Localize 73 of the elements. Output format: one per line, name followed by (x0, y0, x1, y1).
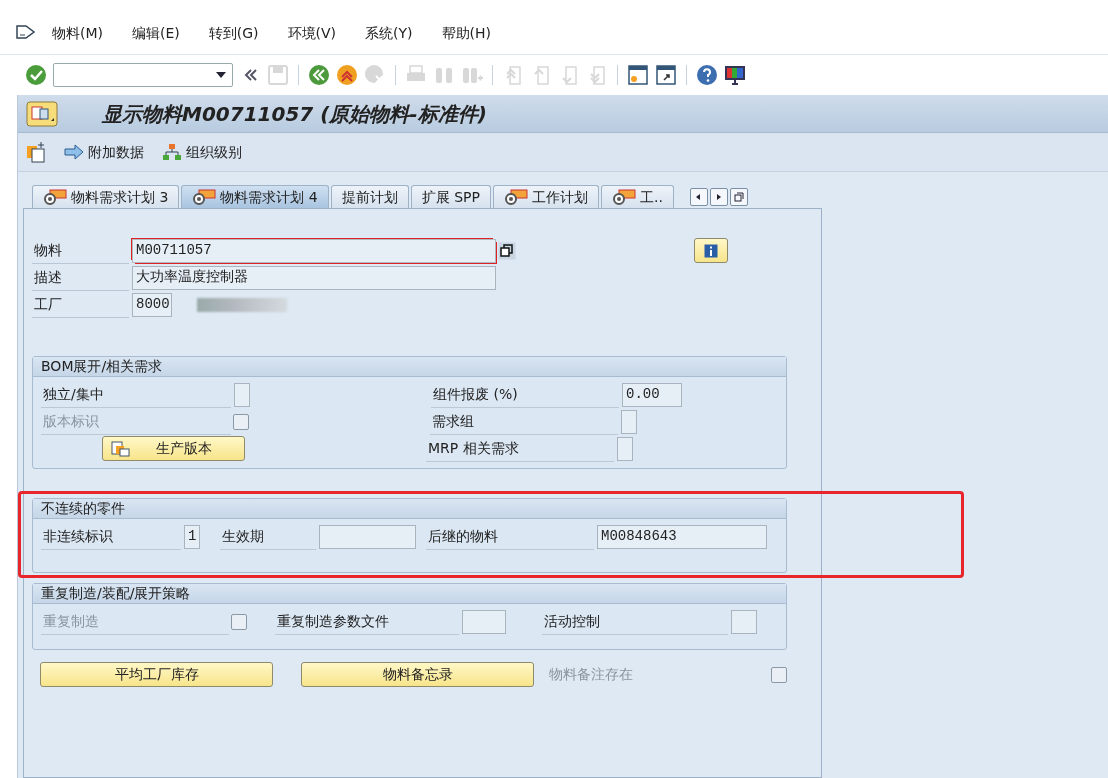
field-label: 后继的物料 (426, 523, 594, 550)
command-field[interactable] (53, 63, 233, 87)
exit-icon[interactable] (336, 64, 358, 86)
hierarchy-icon (162, 143, 182, 161)
input-field[interactable] (617, 436, 633, 461)
flag-icon (503, 189, 528, 205)
input-field[interactable] (319, 524, 416, 549)
tab[interactable]: 工作计划 (492, 185, 599, 208)
toolbar-button[interactable]: 组织级别 (162, 141, 242, 163)
field-label: 重复制造参数文件 (275, 608, 459, 635)
field-label: 活动控制 (542, 608, 728, 635)
flag-icon (192, 189, 217, 205)
copies-icon (111, 440, 131, 457)
group-title: BOM展开/相关需求 (33, 357, 786, 377)
flag-icon (611, 189, 636, 205)
field-label: 工厂 (32, 291, 129, 318)
field-label: 物料备注存在 (548, 665, 634, 684)
field-label: 独立/集中 (41, 381, 231, 408)
menu-item[interactable]: 物料(M) (52, 22, 103, 44)
input-field[interactable] (621, 409, 637, 434)
info-button[interactable] (694, 238, 728, 263)
info-icon (704, 243, 718, 258)
action-button[interactable]: 平均工厂库存 (40, 662, 273, 687)
input-field[interactable]: 0.00 (622, 382, 682, 407)
menu-item[interactable]: 环境(V) (287, 22, 337, 44)
tab[interactable]: 物料需求计划 4 (181, 185, 329, 208)
tab[interactable]: 提前计划 (330, 185, 409, 208)
monitor-icon[interactable] (724, 64, 746, 86)
tab[interactable]: 工.. (600, 185, 674, 208)
action-button[interactable]: 生产版本 (102, 436, 245, 461)
tab[interactable]: 物料需求计划 3 (32, 185, 180, 208)
dropdown-caret-icon[interactable] (216, 72, 226, 78)
menu-item[interactable]: 帮助(H) (441, 22, 492, 44)
windows-icon (733, 191, 744, 202)
field-label: 生效期 (220, 523, 316, 550)
menu-item[interactable]: 系统(Y) (365, 22, 413, 44)
action-button[interactable]: 物料备忘录 (301, 662, 534, 687)
field-label: 非连续标识 (41, 523, 181, 550)
tab[interactable]: 扩展 SPP (410, 185, 491, 208)
flag-icon (43, 189, 67, 205)
document-icon[interactable] (26, 141, 46, 163)
check-icon[interactable] (25, 64, 47, 86)
field-label: 需求组 (430, 408, 618, 435)
help-icon[interactable] (696, 64, 718, 86)
input-field[interactable]: M00848643 (597, 524, 767, 549)
group-title: 不连续的零件 (33, 499, 786, 519)
group-title: 重复制造/装配/展开策略 (33, 584, 786, 604)
menu-item[interactable]: 编辑(E) (132, 22, 180, 44)
field-label: 物料 (32, 237, 129, 264)
input-field[interactable]: 1 (184, 524, 200, 549)
field-label: 描述 (32, 264, 129, 291)
scroll-right-button[interactable] (709, 187, 728, 206)
menu-icon[interactable] (16, 25, 36, 41)
input-field[interactable] (234, 382, 250, 407)
menu-item[interactable]: 转到(G) (208, 22, 259, 44)
toolbar-button[interactable]: 附加数据 (64, 141, 144, 163)
new-window-icon[interactable] (627, 64, 649, 86)
field-label: 版本标识 (41, 408, 231, 435)
display-icon[interactable] (26, 100, 58, 127)
arrow-icon (64, 144, 84, 160)
field-label: 重复制造 (41, 608, 229, 635)
input-field[interactable] (462, 609, 506, 634)
input-field[interactable]: 大功率温度控制器 (132, 265, 496, 290)
field-label: MRP 相关需求 (426, 435, 614, 462)
shortcut-icon[interactable] (655, 64, 677, 86)
screen-title: 显示物料M00711057 (原始物料-标准件) (102, 100, 487, 128)
input-field[interactable]: M00711057 (132, 238, 496, 263)
input-field[interactable] (731, 609, 757, 634)
scroll-left-button[interactable] (689, 187, 708, 206)
field-label: 组件报废 (%) (431, 381, 619, 408)
back-icon[interactable] (308, 64, 330, 86)
copy-icon[interactable] (498, 241, 516, 260)
input-field[interactable]: 8000 (132, 292, 172, 317)
